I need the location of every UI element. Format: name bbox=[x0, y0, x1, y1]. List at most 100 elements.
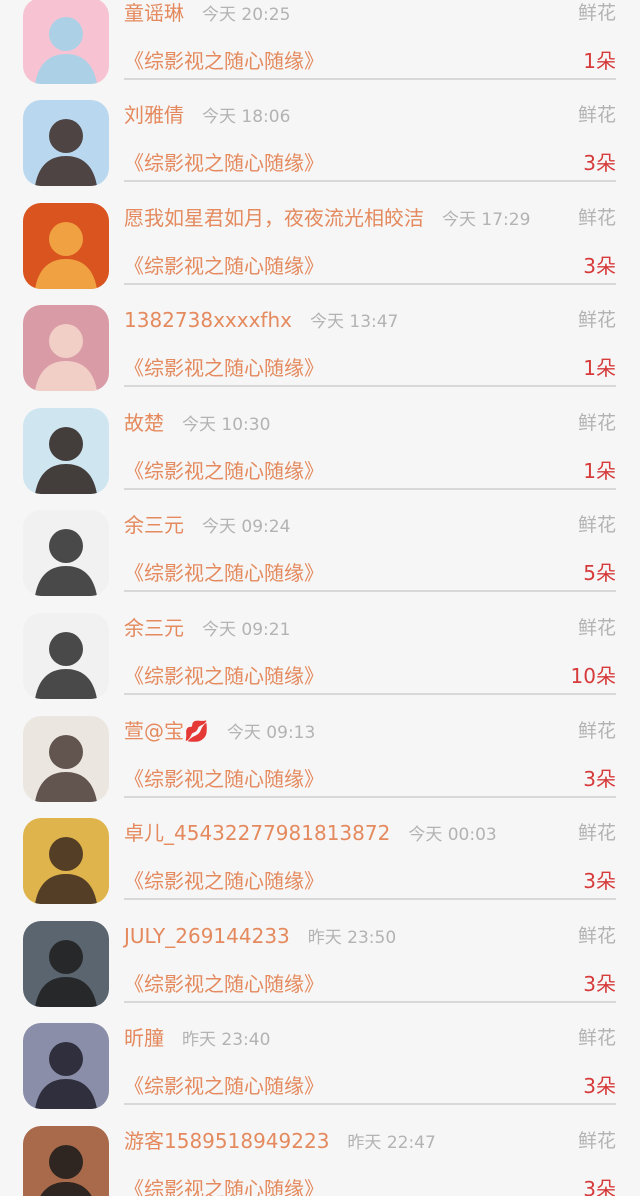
list-item[interactable]: 余三元 今天 09:24 鲜花 《综影视之随心随缘》 5朵 bbox=[0, 510, 640, 613]
gift-type: 鲜花 bbox=[577, 207, 616, 229]
user-name[interactable]: 1382738xxxxfhx bbox=[124, 308, 292, 332]
user-name-line: 故楚 今天 10:30 bbox=[124, 408, 270, 438]
book-title-link[interactable]: 《综影视之随心随缘》 bbox=[124, 1174, 324, 1196]
timestamp: 昨天 23:50 bbox=[307, 928, 397, 948]
list-item[interactable]: 余三元 今天 09:21 鲜花 《综影视之随心随缘》 10朵 bbox=[0, 613, 640, 716]
list-item[interactable]: JULY_269144233 昨天 23:50 鲜花 《综影视之随心随缘》 3朵 bbox=[0, 921, 640, 1024]
divider bbox=[124, 693, 616, 695]
gift-count: 1朵 bbox=[583, 49, 616, 73]
anime-boy-avatar[interactable] bbox=[23, 510, 109, 596]
divider bbox=[124, 590, 616, 592]
list-item[interactable]: 昕朣 昨天 23:40 鲜花 《综影视之随心随缘》 3朵 bbox=[0, 1023, 640, 1126]
gift-type: 鲜花 bbox=[577, 514, 616, 536]
timestamp: 今天 09:21 bbox=[202, 620, 291, 640]
gift-count: 3朵 bbox=[583, 1074, 616, 1098]
gift-type: 鲜花 bbox=[577, 104, 616, 126]
timestamp: 今天 00:03 bbox=[408, 825, 497, 845]
woman-selfie-avatar[interactable] bbox=[23, 716, 109, 802]
user-name-line: 刘雅倩 今天 18:06 bbox=[124, 100, 290, 130]
cherry-blossom-avatar[interactable] bbox=[23, 0, 109, 84]
list-item[interactable]: 萱@宝💋 今天 09:13 鲜花 《综影视之随心随缘》 3朵 bbox=[0, 716, 640, 819]
user-name[interactable]: 刘雅倩 bbox=[124, 103, 184, 127]
flower-gift-list: 童谣琳 今天 20:25 鲜花 《综影视之随心随缘》 1朵 刘雅倩 今天 18:06… bbox=[0, 0, 640, 1196]
user-name-line: 昕朣 昨天 23:40 bbox=[124, 1023, 270, 1053]
list-item[interactable]: 故楚 今天 10:30 鲜花 《综影视之随心随缘》 1朵 bbox=[0, 408, 640, 511]
divider bbox=[124, 898, 616, 900]
gift-type: 鲜花 bbox=[577, 2, 616, 24]
child-avatar[interactable] bbox=[23, 818, 109, 904]
timestamp: 今天 17:29 bbox=[442, 210, 531, 230]
user-name-line: 余三元 今天 09:21 bbox=[124, 613, 290, 643]
gift-count: 1朵 bbox=[583, 459, 616, 483]
anime-boy-avatar[interactable] bbox=[23, 613, 109, 699]
user-name-line: JULY_269144233 昨天 23:50 bbox=[124, 921, 396, 951]
user-name[interactable]: 愿我如星君如月，夜夜流光相皎洁 bbox=[124, 206, 424, 230]
user-name-line: 1382738xxxxfhx 今天 13:47 bbox=[124, 305, 398, 335]
gift-type: 鲜花 bbox=[577, 822, 616, 844]
anime-girl-avatar[interactable] bbox=[23, 1023, 109, 1109]
user-name-line: 愿我如星君如月，夜夜流光相皎洁 今天 17:29 bbox=[124, 203, 530, 233]
gift-type: 鲜花 bbox=[577, 1027, 616, 1049]
gift-count: 5朵 bbox=[583, 561, 616, 585]
book-title-link[interactable]: 《综影视之随心随缘》 bbox=[124, 764, 324, 794]
gift-count: 1朵 bbox=[583, 356, 616, 380]
list-item[interactable]: 1382738xxxxfhx 今天 13:47 鲜花 《综影视之随心随缘》 1朵 bbox=[0, 305, 640, 408]
user-name-line: 游客1589518949223 昨天 22:47 bbox=[124, 1126, 436, 1156]
cartoon-couple-avatar[interactable] bbox=[23, 203, 109, 289]
woman-portrait-avatar[interactable] bbox=[23, 100, 109, 186]
book-title-link[interactable]: 《综影视之随心随缘》 bbox=[124, 353, 324, 383]
user-name[interactable]: 萱@宝💋 bbox=[124, 719, 209, 743]
gift-count: 3朵 bbox=[583, 151, 616, 175]
book-title-link[interactable]: 《综影视之随心随缘》 bbox=[124, 558, 324, 588]
timestamp: 今天 13:47 bbox=[309, 312, 399, 332]
divider bbox=[124, 78, 616, 80]
user-name-line: 余三元 今天 09:24 bbox=[124, 510, 290, 540]
list-item[interactable]: 愿我如星君如月，夜夜流光相皎洁 今天 17:29 鲜花 《综影视之随心随缘》 3朵 bbox=[0, 203, 640, 306]
user-name[interactable]: 童谣琳 bbox=[124, 1, 184, 25]
list-item[interactable]: 刘雅倩 今天 18:06 鲜花 《综影视之随心随缘》 3朵 bbox=[0, 100, 640, 203]
book-title-link[interactable]: 《综影视之随心随缘》 bbox=[124, 456, 324, 486]
user-name[interactable]: 余三元 bbox=[124, 616, 184, 640]
divider bbox=[124, 796, 616, 798]
divider bbox=[124, 385, 616, 387]
user-name-line: 童谣琳 今天 20:25 bbox=[124, 0, 290, 28]
gift-count: 3朵 bbox=[583, 254, 616, 278]
divider bbox=[124, 488, 616, 490]
book-title-link[interactable]: 《综影视之随心随缘》 bbox=[124, 148, 324, 178]
man-avatar[interactable] bbox=[23, 1126, 109, 1196]
user-name[interactable]: 游客1589518949223 bbox=[124, 1129, 329, 1153]
timestamp: 昨天 23:40 bbox=[182, 1030, 271, 1050]
gift-count: 3朵 bbox=[583, 1177, 616, 1196]
gift-type: 鲜花 bbox=[577, 617, 616, 639]
hockey-player-avatar[interactable] bbox=[23, 921, 109, 1007]
user-name[interactable]: 余三元 bbox=[124, 513, 184, 537]
gift-type: 鲜花 bbox=[577, 412, 616, 434]
divider bbox=[124, 1001, 616, 1003]
user-name[interactable]: 昕朣 bbox=[124, 1026, 164, 1050]
gift-type: 鲜花 bbox=[577, 925, 616, 947]
user-name-line: 卓儿_45432277981813872 今天 00:03 bbox=[124, 818, 497, 848]
list-item[interactable]: 卓儿_45432277981813872 今天 00:03 鲜花 《综影视之随心随… bbox=[0, 818, 640, 921]
book-title-link[interactable]: 《综影视之随心随缘》 bbox=[124, 1071, 324, 1101]
timestamp: 今天 09:13 bbox=[226, 723, 316, 743]
book-title-link[interactable]: 《综影视之随心随缘》 bbox=[124, 661, 324, 691]
user-name[interactable]: 卓儿_45432277981813872 bbox=[124, 821, 390, 845]
list-item[interactable]: 游客1589518949223 昨天 22:47 鲜花 《综影视之随心随缘》 3朵 bbox=[0, 1126, 640, 1196]
list-item[interactable]: 童谣琳 今天 20:25 鲜花 《综影视之随心随缘》 1朵 bbox=[0, 0, 640, 101]
gift-count: 3朵 bbox=[583, 767, 616, 791]
user-name-line: 萱@宝💋 今天 09:13 bbox=[124, 716, 315, 746]
user-name[interactable]: JULY_269144233 bbox=[124, 924, 290, 948]
book-title-link[interactable]: 《综影视之随心随缘》 bbox=[124, 969, 324, 999]
gift-count: 3朵 bbox=[583, 869, 616, 893]
divider bbox=[124, 283, 616, 285]
book-title-link[interactable]: 《综影视之随心随缘》 bbox=[124, 866, 324, 896]
book-title-link[interactable]: 《综影视之随心随缘》 bbox=[124, 251, 324, 281]
gift-type: 鲜花 bbox=[577, 1130, 616, 1152]
user-name[interactable]: 故楚 bbox=[124, 411, 164, 435]
divider bbox=[124, 1103, 616, 1105]
timestamp: 今天 18:06 bbox=[202, 107, 291, 127]
book-title-link[interactable]: 《综影视之随心随缘》 bbox=[124, 46, 324, 76]
baby-avatar[interactable] bbox=[23, 305, 109, 391]
girl-avatar[interactable] bbox=[23, 408, 109, 494]
gift-type: 鲜花 bbox=[577, 309, 616, 331]
